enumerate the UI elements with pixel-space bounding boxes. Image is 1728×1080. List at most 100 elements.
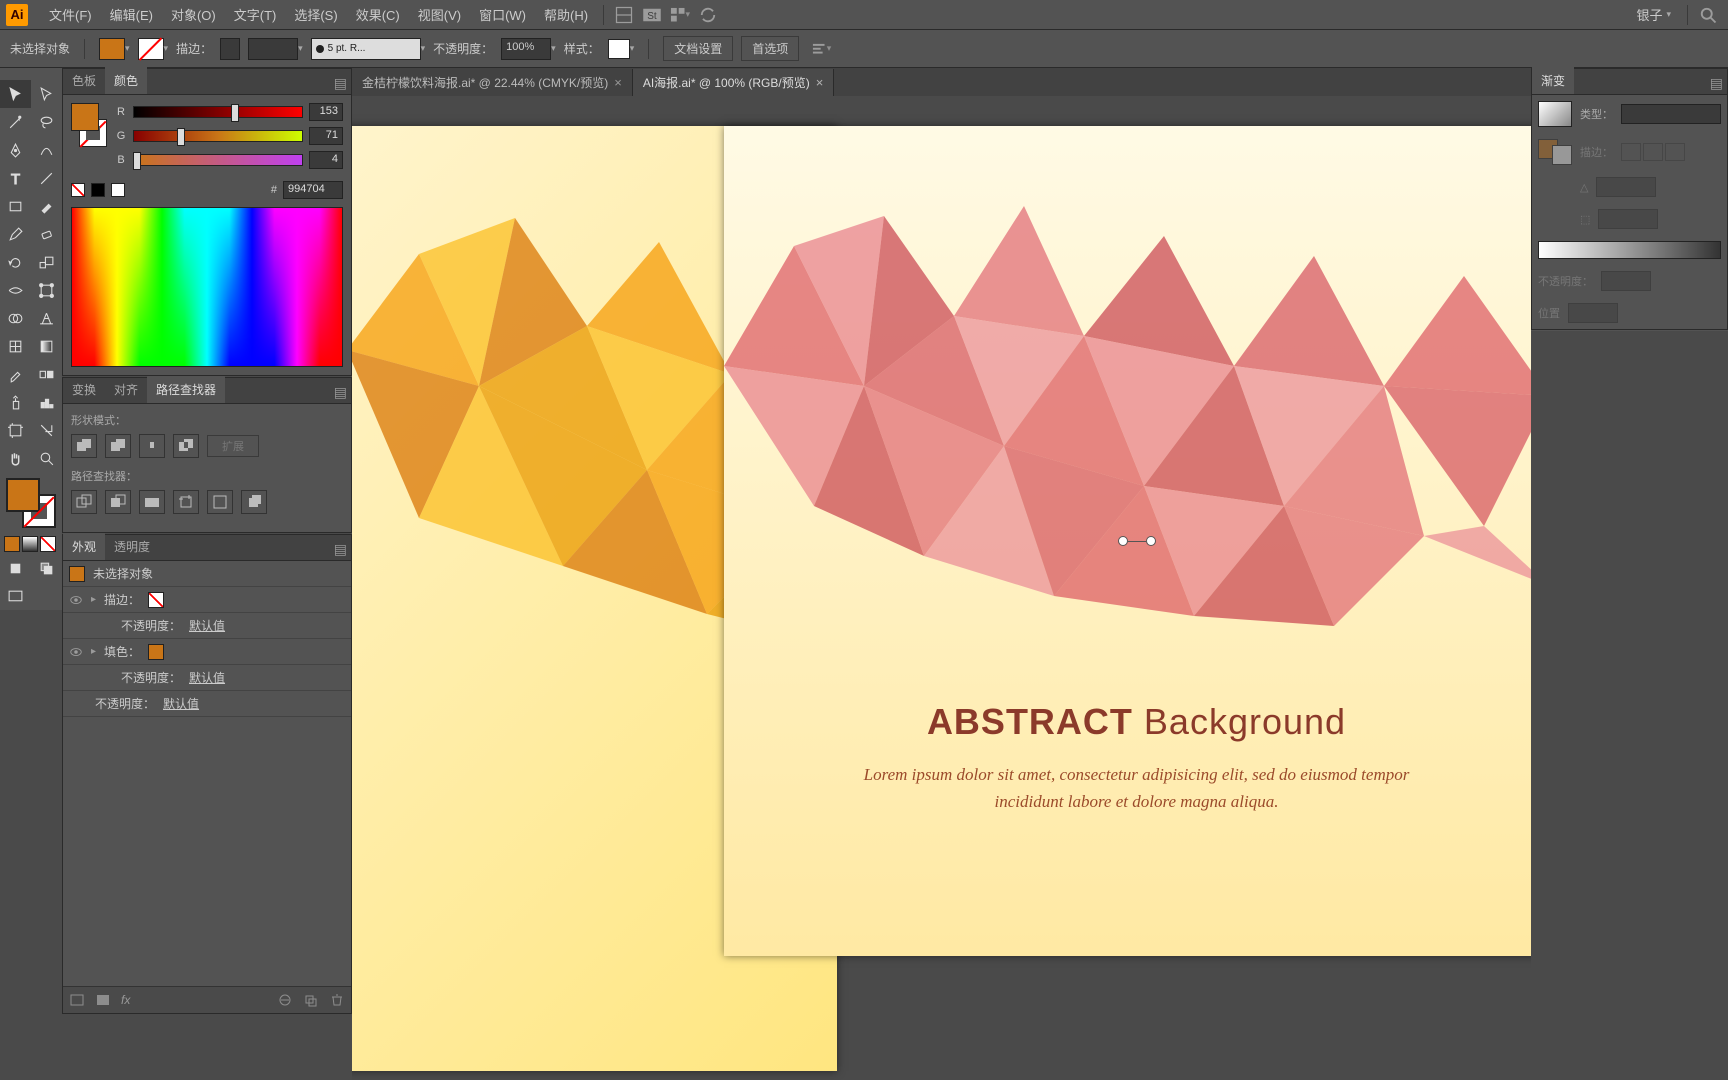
crop-icon[interactable]: [173, 490, 199, 514]
panel-menu-icon[interactable]: ▤: [1710, 75, 1723, 92]
curvature-tool[interactable]: [31, 136, 62, 164]
none-mode-icon[interactable]: [40, 536, 56, 552]
menu-select[interactable]: 选择(S): [285, 5, 346, 24]
pencil-tool[interactable]: [0, 220, 31, 248]
minus-front-icon[interactable]: [105, 434, 131, 458]
panel-menu-icon[interactable]: ▤: [334, 384, 347, 401]
trim-icon[interactable]: [105, 490, 131, 514]
fill-attr-swatch[interactable]: [148, 644, 164, 660]
direct-selection-tool[interactable]: [31, 80, 62, 108]
gradient-preview-swatch[interactable]: [1538, 101, 1572, 127]
brush-definition[interactable]: 5 pt. R...: [311, 38, 421, 60]
stroke-gradient-along-icon[interactable]: [1643, 143, 1663, 161]
stroke-gradient-across-icon[interactable]: [1665, 143, 1685, 161]
symbol-sprayer-tool[interactable]: [0, 388, 31, 416]
duplicate-icon[interactable]: [303, 993, 319, 1007]
transform-tab[interactable]: 变换: [63, 376, 105, 403]
gradient-aspect-input[interactable]: [1598, 209, 1658, 229]
document-setup-button[interactable]: 文档设置: [663, 36, 733, 61]
r-value[interactable]: 153: [309, 103, 343, 121]
type-tool[interactable]: T: [0, 164, 31, 192]
menu-type[interactable]: 文字(T): [225, 5, 286, 24]
column-graph-tool[interactable]: [31, 388, 62, 416]
pen-tool[interactable]: [0, 136, 31, 164]
free-transform-tool[interactable]: [31, 276, 62, 304]
menu-window[interactable]: 窗口(W): [470, 5, 535, 24]
blend-tool[interactable]: [31, 360, 62, 388]
search-icon[interactable]: [1698, 5, 1718, 25]
gradient-angle-input[interactable]: [1596, 177, 1656, 197]
fill-stroke-indicator[interactable]: [6, 478, 56, 528]
slice-tool[interactable]: [31, 416, 62, 444]
menu-effect[interactable]: 效果(C): [347, 5, 409, 24]
menu-object[interactable]: 对象(O): [162, 5, 225, 24]
add-stroke-icon[interactable]: [69, 993, 85, 1007]
paintbrush-tool[interactable]: [31, 192, 62, 220]
none-swatch-icon[interactable]: [71, 183, 85, 197]
hex-input[interactable]: 994704: [283, 181, 343, 199]
document-tab-1[interactable]: 金桔柠檬饮料海报.ai* @ 22.44% (CMYK/预览)×: [352, 69, 633, 96]
lasso-tool[interactable]: [31, 108, 62, 136]
intersect-icon[interactable]: [139, 434, 165, 458]
stroke-width-input[interactable]: [220, 38, 240, 60]
panel-menu-icon[interactable]: ▤: [334, 75, 347, 92]
gradient-ramp[interactable]: [1538, 241, 1721, 259]
g-slider[interactable]: [133, 130, 303, 142]
outline-icon[interactable]: [207, 490, 233, 514]
gradient-tab[interactable]: 渐变: [1532, 67, 1574, 94]
scale-tool[interactable]: [31, 248, 62, 276]
fill-row[interactable]: ▸ 填色：: [63, 639, 351, 665]
zoom-tool[interactable]: [31, 444, 62, 472]
shape-builder-tool[interactable]: [0, 304, 31, 332]
appearance-tab[interactable]: 外观: [63, 533, 105, 560]
add-fill-icon[interactable]: [95, 993, 111, 1007]
delete-icon[interactable]: [329, 993, 345, 1007]
fill-color-box[interactable]: [6, 478, 40, 512]
b-value[interactable]: 4: [309, 151, 343, 169]
gradient-mode-icon[interactable]: [22, 536, 38, 552]
sync-icon[interactable]: [698, 5, 718, 25]
clear-appearance-icon[interactable]: [277, 993, 293, 1007]
artboard-tool[interactable]: [0, 416, 31, 444]
stroke-row[interactable]: ▸ 描边：: [63, 587, 351, 613]
visibility-icon[interactable]: [69, 593, 83, 607]
color-tab[interactable]: 颜色: [105, 67, 147, 94]
preferences-button[interactable]: 首选项: [741, 36, 799, 61]
transparency-tab[interactable]: 透明度: [105, 533, 159, 560]
minus-back-icon[interactable]: [241, 490, 267, 514]
magic-wand-tool[interactable]: [0, 108, 31, 136]
object-opacity-row[interactable]: 不透明度： 默认值: [63, 691, 351, 717]
arrange-documents-icon[interactable]: ▾: [670, 5, 690, 25]
visibility-icon[interactable]: [69, 645, 83, 659]
menu-help[interactable]: 帮助(H): [535, 5, 597, 24]
black-swatch-icon[interactable]: [91, 183, 105, 197]
gradient-annotator[interactable]: [1118, 536, 1156, 546]
document-tab-2[interactable]: AI海报.ai* @ 100% (RGB/预览)×: [633, 69, 834, 96]
stock-icon[interactable]: St: [642, 5, 662, 25]
swatches-tab[interactable]: 色板: [63, 67, 105, 94]
workspace-switcher[interactable]: 银子▾: [1626, 3, 1681, 26]
white-swatch-icon[interactable]: [111, 183, 125, 197]
add-effect-icon[interactable]: fx: [121, 993, 137, 1007]
stroke-attr-swatch[interactable]: [148, 592, 164, 608]
draw-normal-icon[interactable]: [0, 554, 31, 582]
rectangle-tool[interactable]: [0, 192, 31, 220]
align-tab[interactable]: 对齐: [105, 376, 147, 403]
stroke-swatch[interactable]: [138, 38, 164, 60]
stroke-gradient-within-icon[interactable]: [1621, 143, 1641, 161]
merge-icon[interactable]: [139, 490, 165, 514]
width-tool[interactable]: [0, 276, 31, 304]
menu-edit[interactable]: 编辑(E): [101, 5, 162, 24]
color-spectrum[interactable]: [71, 207, 343, 367]
fill-swatch[interactable]: [99, 38, 125, 60]
expand-button[interactable]: 扩展: [207, 435, 259, 457]
canvas-area[interactable]: ABSTRACT Background Lorem ipsum dolor si…: [352, 96, 1531, 1080]
pathfinder-tab[interactable]: 路径查找器: [147, 376, 225, 403]
exclude-icon[interactable]: [173, 434, 199, 458]
mesh-tool[interactable]: [0, 332, 31, 360]
eraser-tool[interactable]: [31, 220, 62, 248]
graphic-style-swatch[interactable]: [608, 39, 630, 59]
selection-tool[interactable]: [0, 80, 31, 108]
draw-behind-icon[interactable]: [31, 554, 62, 582]
close-icon[interactable]: ×: [614, 75, 622, 90]
